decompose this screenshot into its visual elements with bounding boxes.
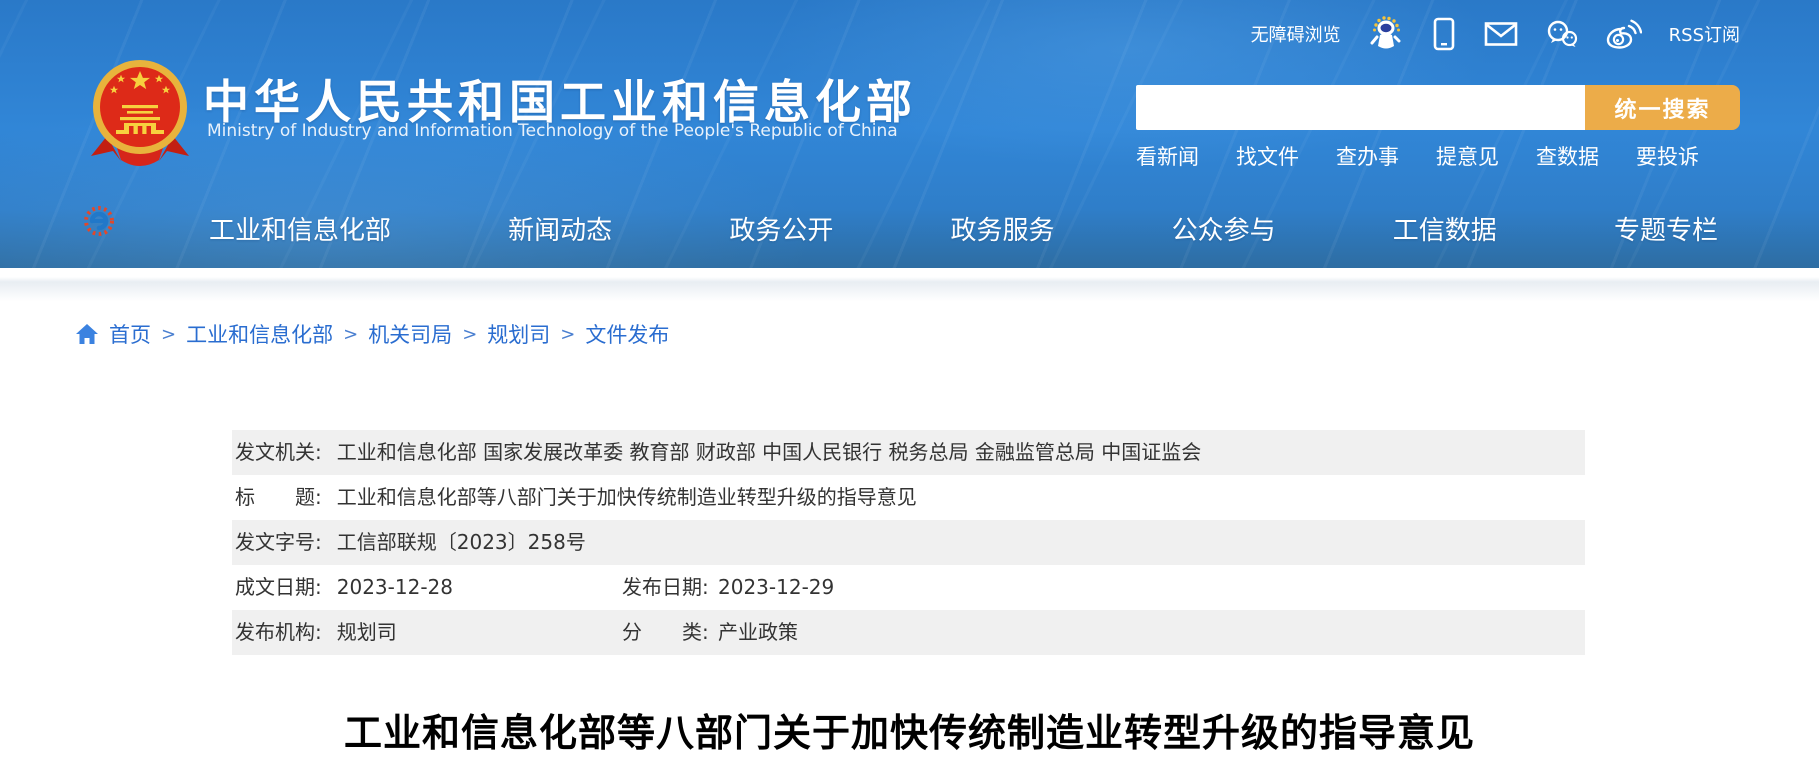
breadcrumb-separator: >: [560, 324, 575, 345]
doc-info-row-title: 标 题: 工业和信息化部等八部门关于加快传统制造业转型升级的指导意见: [232, 475, 1585, 520]
doc-info-value: 2023-12-28: [337, 575, 453, 599]
site-subtitle: Ministry of Industry and Information Tec…: [207, 121, 898, 141]
quick-link-services[interactable]: 查办事: [1336, 141, 1399, 171]
breadcrumb-separator: >: [462, 324, 477, 345]
doc-info-label: 成文日期:: [235, 565, 322, 610]
breadcrumb-doc-release[interactable]: 文件发布: [585, 319, 669, 349]
mail-icon[interactable]: [1484, 21, 1518, 47]
doc-info-label: 分 类:: [622, 610, 709, 655]
doc-info-value: 工信部联规〔2023〕258号: [337, 530, 586, 554]
wechat-icon[interactable]: [1545, 19, 1579, 49]
nav-item-gov-open[interactable]: 政务公开: [729, 210, 833, 247]
doc-info-row-doc-number: 发文字号: 工信部联规〔2023〕258号: [232, 520, 1585, 565]
quick-link-complaint[interactable]: 要投诉: [1636, 141, 1699, 171]
utility-bar: 无障碍浏览: [1251, 16, 1740, 52]
mobile-icon[interactable]: [1431, 17, 1457, 51]
doc-info-value: 2023-12-29: [718, 565, 834, 610]
article-title: 工业和信息化部等八部门关于加快传统制造业转型升级的指导意见: [0, 702, 1819, 757]
nav-item-participation[interactable]: 公众参与: [1172, 210, 1276, 247]
doc-info-value: 规划司: [337, 620, 397, 644]
quick-link-feedback[interactable]: 提意见: [1436, 141, 1499, 171]
robot-mascot-icon[interactable]: [1368, 15, 1404, 53]
quick-link-files[interactable]: 找文件: [1236, 141, 1299, 171]
doc-info-value: 工业和信息化部 国家发展改革委 教育部 财政部 中国人民银行 税务总局 金融监管…: [337, 440, 1202, 464]
rss-link[interactable]: RSS订阅: [1669, 21, 1740, 47]
breadcrumb-home[interactable]: 首页: [109, 319, 151, 349]
breadcrumb-planning-dept[interactable]: 规划司: [487, 319, 550, 349]
quick-link-data[interactable]: 查数据: [1536, 141, 1599, 171]
nav-item-miit[interactable]: 工业和信息化部: [209, 210, 391, 247]
doc-info-row-publisher-category: 发布机构: 规划司 分 类: 产业政策: [232, 610, 1585, 655]
doc-info-value: 工业和信息化部等八部门关于加快传统制造业转型升级的指导意见: [337, 485, 917, 509]
nav-item-news[interactable]: 新闻动态: [508, 210, 612, 247]
weibo-icon[interactable]: [1606, 19, 1642, 49]
breadcrumb-miit[interactable]: 工业和信息化部: [186, 319, 333, 349]
nav-item-gov-service[interactable]: 政务服务: [950, 210, 1054, 247]
doc-info-row-issuing-agency: 发文机关: 工业和信息化部 国家发展改革委 教育部 财政部 中国人民银行 税务总局…: [232, 430, 1585, 475]
doc-info-table: 发文机关: 工业和信息化部 国家发展改革委 教育部 财政部 中国人民银行 税务总局…: [232, 430, 1585, 655]
doc-info-value: 产业政策: [718, 610, 798, 655]
search-button[interactable]: 统一搜索: [1585, 85, 1740, 130]
miit-e-logo-icon: [82, 202, 116, 244]
doc-info-row-dates: 成文日期: 2023-12-28 发布日期: 2023-12-29: [232, 565, 1585, 610]
doc-info-label: 发文字号:: [235, 520, 322, 565]
header-shadow: [0, 268, 1819, 302]
doc-info-label: 标 题:: [235, 475, 322, 520]
search-input[interactable]: [1136, 85, 1585, 130]
doc-info-label: 发布机构:: [235, 610, 322, 655]
nav-item-data[interactable]: 工信数据: [1393, 210, 1497, 247]
breadcrumb-separator: >: [161, 324, 176, 345]
quick-link-news[interactable]: 看新闻: [1136, 141, 1199, 171]
page: 无障碍浏览: [0, 0, 1819, 774]
breadcrumb-departments[interactable]: 机关司局: [368, 319, 452, 349]
doc-info-label: 发文机关:: [235, 430, 322, 475]
accessibility-link[interactable]: 无障碍浏览: [1251, 21, 1341, 47]
breadcrumb: 首页 > 工业和信息化部 > 机关司局 > 规划司 > 文件发布: [75, 319, 669, 349]
home-icon[interactable]: [75, 323, 99, 345]
national-emblem-logo: [85, 56, 195, 168]
doc-info-label: 发布日期:: [622, 565, 709, 610]
main-nav: 工业和信息化部 新闻动态 政务公开 政务服务 公众参与 工信数据 专题专栏: [209, 210, 1718, 247]
breadcrumb-separator: >: [343, 324, 358, 345]
nav-item-topics[interactable]: 专题专栏: [1614, 210, 1718, 247]
quick-links: 看新闻 找文件 查办事 提意见 查数据 要投诉: [1136, 141, 1699, 171]
